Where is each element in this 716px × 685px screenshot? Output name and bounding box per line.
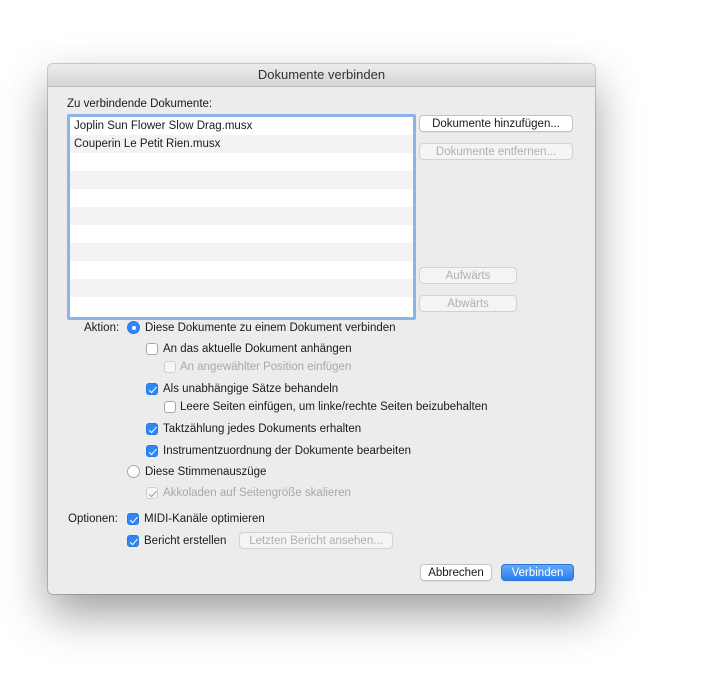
list-empty-row bbox=[70, 171, 413, 189]
scale-systems-checkbox[interactable] bbox=[146, 487, 158, 499]
list-item[interactable]: Joplin Sun Flower Slow Drag.musx bbox=[70, 117, 413, 135]
action-parts-label[interactable]: Diese Stimmenauszüge bbox=[145, 465, 266, 479]
edit-instrument-assignment-checkbox[interactable] bbox=[146, 445, 158, 457]
keep-measure-numbers-checkbox[interactable] bbox=[146, 423, 158, 435]
action-combine-radio[interactable] bbox=[127, 321, 140, 334]
insert-at-position-label[interactable]: An angewählter Position einfügen bbox=[180, 360, 351, 374]
optimize-midi-checkbox[interactable] bbox=[127, 513, 139, 525]
insert-at-position-checkbox[interactable] bbox=[164, 361, 176, 373]
cancel-button[interactable]: Abbrechen bbox=[420, 564, 492, 581]
blank-pages-checkbox[interactable] bbox=[164, 401, 176, 413]
optimize-midi-label[interactable]: MIDI-Kanäle optimieren bbox=[144, 512, 265, 526]
view-report-button[interactable]: Letzten Bericht ansehen... bbox=[239, 532, 393, 549]
independent-movements-checkbox[interactable] bbox=[146, 383, 158, 395]
documents-label: Zu verbindende Dokumente: bbox=[67, 98, 213, 110]
scale-systems-label[interactable]: Akkoladen auf Seitengröße skalieren bbox=[163, 486, 351, 500]
move-up-button[interactable]: Aufwärts bbox=[419, 267, 517, 284]
remove-documents-button[interactable]: Dokumente entfernen... bbox=[419, 143, 573, 160]
list-empty-row bbox=[70, 243, 413, 261]
action-parts-radio[interactable] bbox=[127, 465, 140, 478]
combine-documents-dialog: Dokumente verbinden Zu verbindende Dokum… bbox=[48, 64, 595, 594]
documents-list[interactable]: Joplin Sun Flower Slow Drag.musx Couperi… bbox=[67, 114, 416, 320]
list-empty-row bbox=[70, 153, 413, 171]
create-report-checkbox[interactable] bbox=[127, 535, 139, 547]
append-current-checkbox[interactable] bbox=[146, 343, 158, 355]
list-item[interactable]: Couperin Le Petit Rien.musx bbox=[70, 135, 413, 153]
action-combine-label[interactable]: Diese Dokumente zu einem Dokument verbin… bbox=[145, 321, 396, 335]
list-empty-row bbox=[70, 297, 413, 315]
options-label: Optionen: bbox=[68, 513, 118, 525]
combine-button[interactable]: Verbinden bbox=[501, 564, 574, 581]
blank-pages-label[interactable]: Leere Seiten einfügen, um linke/rechte S… bbox=[180, 400, 488, 414]
add-documents-button[interactable]: Dokumente hinzufügen... bbox=[419, 115, 573, 132]
list-empty-row bbox=[70, 189, 413, 207]
move-down-button[interactable]: Abwärts bbox=[419, 295, 517, 312]
list-empty-row bbox=[70, 225, 413, 243]
dialog-title: Dokumente verbinden bbox=[48, 64, 595, 87]
keep-measure-numbers-label[interactable]: Taktzählung jedes Dokuments erhalten bbox=[163, 422, 361, 436]
list-empty-row bbox=[70, 261, 413, 279]
independent-movements-label[interactable]: Als unabhängige Sätze behandeln bbox=[163, 382, 338, 396]
list-empty-row bbox=[70, 279, 413, 297]
create-report-label[interactable]: Bericht erstellen bbox=[144, 534, 226, 548]
action-label: Aktion: bbox=[84, 322, 120, 334]
edit-instrument-assignment-label[interactable]: Instrumentzuordnung der Dokumente bearbe… bbox=[163, 444, 411, 458]
list-empty-row bbox=[70, 207, 413, 225]
append-current-label[interactable]: An das aktuelle Dokument anhängen bbox=[163, 342, 352, 356]
